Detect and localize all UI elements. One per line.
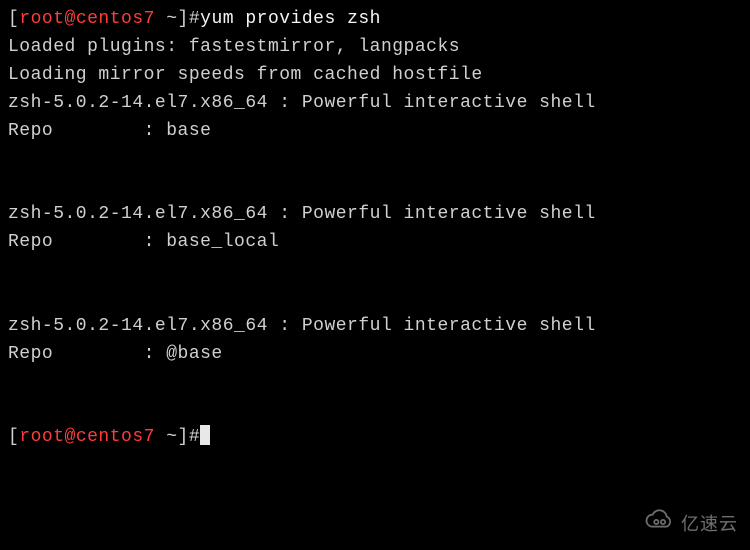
- cursor-icon: [200, 425, 210, 445]
- bracket-open: [: [8, 427, 19, 447]
- output-repo-2: Repo : base_local: [8, 229, 742, 257]
- blank-line: [8, 145, 742, 173]
- prompt-path: ~: [155, 427, 178, 447]
- output-pkg-1: zsh-5.0.2-14.el7.x86_64 : Powerful inter…: [8, 90, 742, 118]
- blank-line: [8, 173, 742, 201]
- user-host: root@centos7: [19, 9, 155, 29]
- output-pkg-3: zsh-5.0.2-14.el7.x86_64 : Powerful inter…: [8, 313, 742, 341]
- user-host: root@centos7: [19, 427, 155, 447]
- output-pkg-2: zsh-5.0.2-14.el7.x86_64 : Powerful inter…: [8, 201, 742, 229]
- prompt-path: ~: [155, 9, 178, 29]
- bracket-close: ]#: [178, 427, 201, 447]
- output-repo-3: Repo : @base: [8, 341, 742, 369]
- command-text: yum provides zsh: [200, 9, 381, 29]
- output-loading-mirror: Loading mirror speeds from cached hostfi…: [8, 62, 742, 90]
- prompt-line-1: [root@centos7 ~]#yum provides zsh: [8, 6, 742, 34]
- cloud-icon: [643, 509, 675, 540]
- bracket-open: [: [8, 9, 19, 29]
- watermark: 亿速云: [643, 509, 738, 540]
- prompt-line-2[interactable]: [root@centos7 ~]#: [8, 424, 742, 452]
- blank-line: [8, 257, 742, 285]
- output-loaded-plugins: Loaded plugins: fastestmirror, langpacks: [8, 34, 742, 62]
- bracket-close: ]#: [178, 9, 201, 29]
- blank-line: [8, 285, 742, 313]
- watermark-text: 亿速云: [681, 511, 738, 539]
- blank-line: [8, 369, 742, 397]
- output-repo-1: Repo : base: [8, 118, 742, 146]
- blank-line: [8, 396, 742, 424]
